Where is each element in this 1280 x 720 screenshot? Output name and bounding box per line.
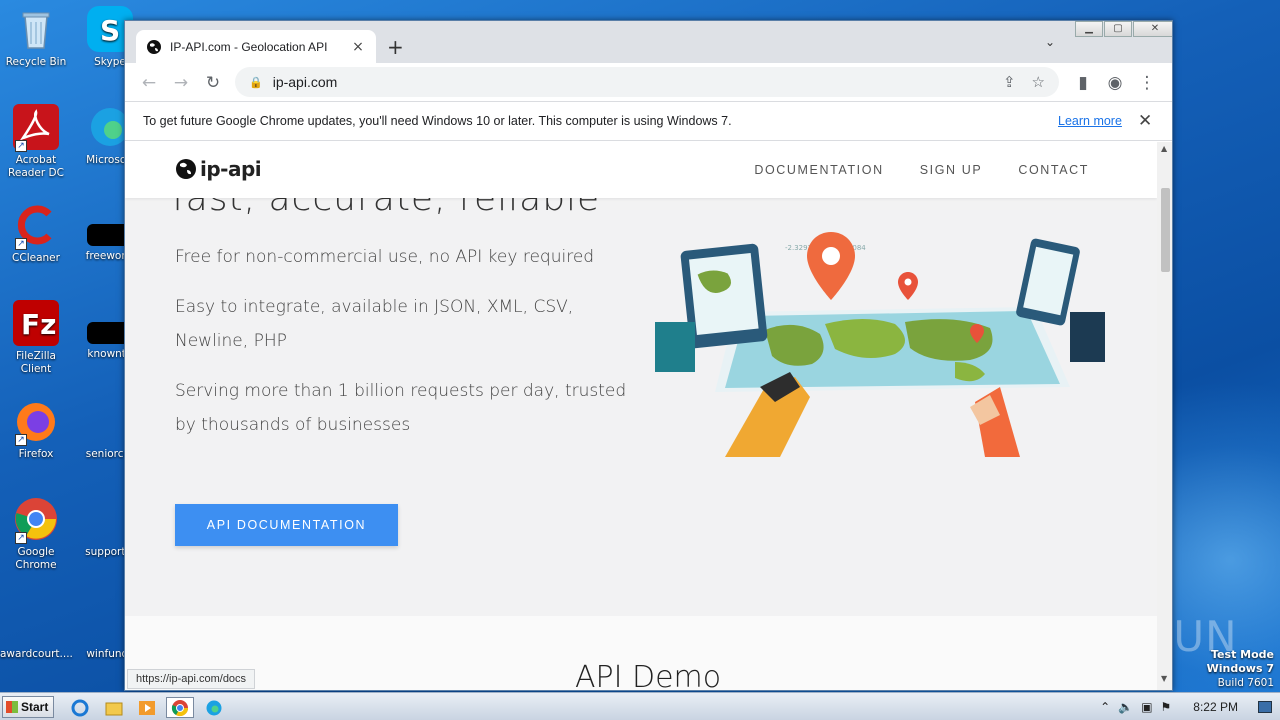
feature-list: Free for non-commercial use, no API key …	[175, 240, 635, 458]
back-icon[interactable]: ←	[139, 73, 159, 93]
shortcut-arrow-icon: ↗	[15, 140, 27, 152]
svg-text:S: S	[100, 14, 120, 47]
desktop-icon-filezilla[interactable]: Fz FileZilla Client	[0, 300, 72, 376]
test-mode-notice: Test Mode Windows 7 Build 7601	[1207, 648, 1274, 690]
window-controls: ▁ ▢ ✕	[1075, 21, 1172, 37]
test-mode-line: Windows 7	[1206, 662, 1274, 675]
recycle-bin-icon	[13, 6, 59, 52]
taskbar-explorer-icon[interactable]	[100, 697, 128, 718]
desktop-icon-label: CCleaner	[12, 252, 60, 264]
shortcut-arrow-icon: ↗	[15, 532, 27, 544]
omnibox-actions: ⇪ ☆	[1003, 73, 1045, 91]
ccleaner-icon: ↗	[13, 202, 59, 250]
tray-expand-icon[interactable]: ⌃	[1100, 700, 1110, 714]
desktop-icon-label: Acrobat Reader DC	[8, 154, 64, 179]
scroll-up-arrow-icon[interactable]: ▲	[1161, 144, 1167, 153]
api-demo-section: API Demo	[125, 616, 1157, 690]
new-tab-button[interactable]: +	[387, 35, 404, 59]
learn-more-link[interactable]: Learn more	[1058, 114, 1122, 128]
chrome-icon: ↗	[13, 496, 59, 544]
nav-documentation[interactable]: DOCUMENTATION	[754, 163, 883, 177]
firefox-icon: ↗	[13, 398, 59, 446]
desktop-icon-chrome[interactable]: ↗ Google Chrome	[0, 496, 72, 572]
forward-icon[interactable]: →	[171, 73, 191, 93]
lock-icon: 🔒	[249, 75, 263, 89]
minimize-button[interactable]: ▁	[1075, 21, 1103, 37]
desktop-icon-label: Recycle Bin	[5, 56, 67, 68]
desktop-icon-awardcourt[interactable]: awardcourt....	[0, 616, 73, 661]
page-viewport: ip-api DOCUMENTATION SIGN UP CONTACT fas…	[125, 142, 1157, 690]
address-url: ip-api.com	[272, 74, 338, 90]
taskbar-ie-icon[interactable]	[66, 697, 94, 718]
acrobat-icon: ↗	[13, 104, 59, 152]
action-center-flag-icon[interactable]: ⚑	[1161, 700, 1172, 714]
share-icon[interactable]: ⇪	[1003, 73, 1016, 91]
tab-strip: IP-API.com - Geolocation API × + ⌄ ▁ ▢ ✕	[125, 21, 1172, 63]
desktop-icon-label: FileZilla Client	[16, 350, 56, 375]
close-window-button[interactable]: ✕	[1133, 21, 1172, 37]
map-illustration: -2.329799, -52.014084	[655, 232, 1105, 457]
shortcut-arrow-icon: ↗	[15, 434, 27, 446]
shortcut-arrow-icon: ↗	[15, 238, 27, 250]
chrome-window: IP-API.com - Geolocation API × + ⌄ ▁ ▢ ✕…	[124, 20, 1173, 691]
svg-text:Fz: Fz	[21, 308, 56, 341]
update-infobar: To get future Google Chrome updates, you…	[125, 101, 1172, 141]
windows-flag-icon	[6, 701, 18, 713]
taskbar-chrome-icon[interactable]	[166, 697, 194, 718]
network-icon[interactable]: ▣	[1141, 700, 1152, 714]
api-documentation-button[interactable]: API DOCUMENTATION	[175, 504, 398, 546]
feature-item: Easy to integrate, available in JSON, XM…	[175, 297, 574, 351]
taskbar-clock[interactable]: 8:22 PM	[1193, 700, 1238, 714]
infobar-message: To get future Google Chrome updates, you…	[143, 114, 732, 128]
site-header: ip-api DOCUMENTATION SIGN UP CONTACT	[125, 142, 1157, 198]
show-desktop-icon[interactable]	[1258, 701, 1272, 713]
test-mode-line: Test Mode	[1211, 648, 1274, 661]
nav-sign-up[interactable]: SIGN UP	[920, 163, 983, 177]
site-logo[interactable]: ip-api	[175, 157, 262, 181]
desktop-icon-label: Firefox	[18, 448, 54, 460]
browser-toolbar: ← → ↻ 🔒 ip-api.com ⇪ ☆ ▮ ◉ ⋮	[125, 63, 1172, 101]
desktop-icon-ccleaner[interactable]: ↗ CCleaner	[0, 202, 72, 265]
infobar-close-icon[interactable]: ✕	[1138, 111, 1152, 131]
status-bubble-url: https://ip-api.com/docs	[127, 669, 256, 689]
reload-icon[interactable]: ↻	[203, 73, 223, 93]
site-nav-links: DOCUMENTATION SIGN UP CONTACT	[754, 163, 1089, 177]
tab-title: IP-API.com - Geolocation API	[170, 39, 328, 54]
nav-contact[interactable]: CONTACT	[1018, 163, 1089, 177]
test-mode-build: Build 7601	[1217, 677, 1274, 689]
globe-icon	[147, 39, 161, 54]
profile-avatar-icon[interactable]: ◉	[1105, 73, 1125, 93]
start-button[interactable]: Start	[2, 696, 54, 718]
file-icon	[13, 616, 59, 644]
filezilla-icon: Fz	[13, 300, 59, 346]
maximize-button[interactable]: ▢	[1104, 21, 1132, 37]
bookmark-star-icon[interactable]: ☆	[1032, 73, 1045, 91]
tab-ip-api[interactable]: IP-API.com - Geolocation API ×	[136, 30, 376, 63]
page-scrollbar[interactable]: ▲ ▼	[1157, 142, 1172, 690]
tab-close-icon[interactable]: ×	[350, 39, 366, 55]
windows-taskbar: Start ⌃ 🔈 ▣ ⚑ 8:22 PM	[0, 692, 1280, 720]
feature-item: Serving more than 1 billion requests per…	[175, 381, 627, 435]
desktop-icon-firefox[interactable]: ↗ Firefox	[0, 398, 72, 461]
tab-search-chevron-icon[interactable]: ⌄	[1045, 35, 1055, 49]
desktop-icon-recycle-bin[interactable]: Recycle Bin	[0, 6, 72, 69]
menu-kebab-icon[interactable]: ⋮	[1137, 73, 1157, 93]
desktop-icon-acrobat[interactable]: ↗ Acrobat Reader DC	[0, 104, 72, 180]
feature-item: Free for non-commercial use, no API key …	[175, 247, 595, 267]
logo-text: ip-api	[200, 157, 262, 181]
address-bar[interactable]: 🔒 ip-api.com ⇪ ☆	[235, 67, 1059, 97]
taskbar-media-player-icon[interactable]	[133, 697, 161, 718]
desktop-icon-label: Google Chrome	[15, 546, 57, 571]
start-label: Start	[21, 700, 49, 714]
globe-logo-icon	[176, 159, 196, 179]
side-panel-icon[interactable]: ▮	[1073, 73, 1093, 93]
volume-icon[interactable]: 🔈	[1118, 700, 1133, 714]
system-tray: ⌃ 🔈 ▣ ⚑ 8:22 PM	[1100, 693, 1280, 720]
scrollbar-thumb[interactable]	[1161, 188, 1170, 272]
desktop-icon-label: awardcourt....	[0, 648, 73, 660]
taskbar-edge-icon[interactable]	[200, 697, 228, 718]
api-demo-title: API Demo	[575, 660, 722, 690]
scroll-down-arrow-icon[interactable]: ▼	[1161, 674, 1167, 683]
